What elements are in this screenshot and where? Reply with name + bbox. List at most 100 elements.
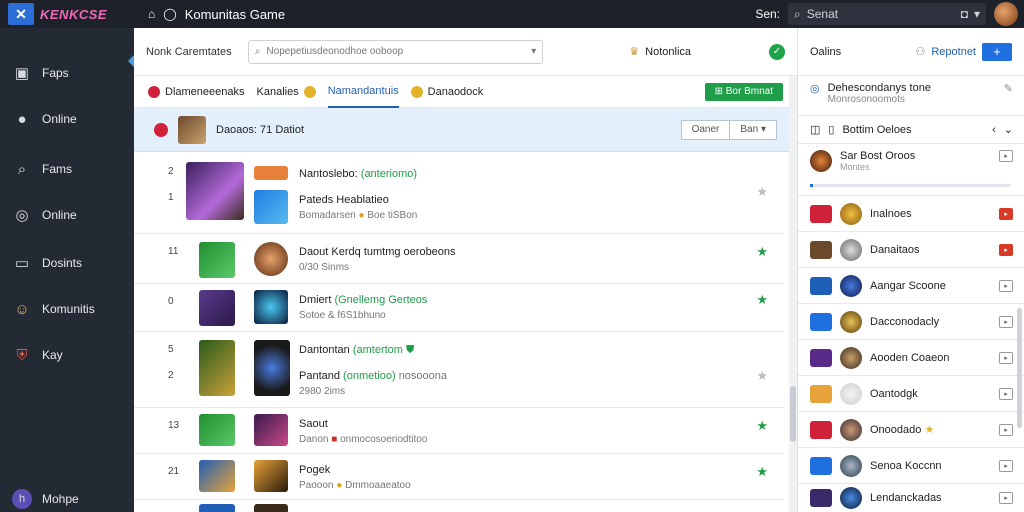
message-icon[interactable]: ▸ bbox=[999, 243, 1013, 256]
filter-label: Nonk Caremtates bbox=[146, 45, 232, 58]
friend-item[interactable]: Danaitaos ▸ bbox=[798, 232, 1024, 268]
row-subtitle-extra: nosooona bbox=[398, 370, 448, 382]
screen-icon: ▭ bbox=[14, 255, 30, 272]
star-icon[interactable]: ★ bbox=[756, 368, 768, 384]
message-icon[interactable]: ▸ bbox=[999, 423, 1013, 436]
list-item[interactable]: 21 Pogek Paooon ● Dmmoaaeatoo ★ bbox=[134, 454, 784, 500]
sidebar-item-kay[interactable]: ⛨ Kay bbox=[0, 338, 134, 372]
message-icon[interactable]: ▸ bbox=[999, 207, 1013, 220]
sidebar-item-komunitis[interactable]: ☺ Komunitis bbox=[0, 292, 134, 326]
tab-label: Danaodock bbox=[427, 85, 484, 98]
message-icon[interactable]: ▸ bbox=[999, 315, 1013, 328]
main-scrollbar[interactable] bbox=[789, 76, 797, 512]
check-icon[interactable]: ✓ bbox=[769, 43, 785, 60]
friend-item[interactable]: Dacconodacly ▸ bbox=[798, 304, 1024, 340]
row-number: 5 bbox=[168, 344, 174, 355]
tab-danaodock[interactable]: Danaodock bbox=[410, 76, 484, 108]
user-icon: ● bbox=[17, 110, 27, 128]
friend-name: Lendanckadas bbox=[870, 492, 942, 504]
section-header[interactable]: ◫ ▯ Bottim Oeloes ‹ ⌄ bbox=[798, 116, 1024, 144]
star-icon[interactable]: ★ bbox=[756, 292, 768, 308]
friend-item[interactable]: Lendanckadas ▸ bbox=[798, 484, 1024, 512]
message-icon[interactable]: ▸ bbox=[999, 279, 1013, 292]
sidebar-item-online[interactable]: ● Online bbox=[0, 102, 134, 136]
star-icon[interactable]: ★ bbox=[756, 418, 768, 434]
coin-icon: ● bbox=[358, 210, 365, 221]
row-title: Daout Kerdq tumtmg oerobeons bbox=[299, 246, 456, 258]
sidebar-item-online-2[interactable]: ◎ Online bbox=[0, 198, 134, 232]
avatar bbox=[840, 346, 862, 369]
tab-bar: Dlameneeenaks Kanalies Namandantuis Dana… bbox=[134, 76, 797, 108]
tab-namandantuis[interactable]: Namandantuis bbox=[327, 76, 399, 108]
row-title-status: (amtertom bbox=[352, 344, 403, 356]
friend-item-first[interactable]: Sar Bost Oroos Montes ▸ bbox=[798, 144, 1024, 196]
sidebar-item-dosints[interactable]: ▭ Dosints bbox=[0, 246, 134, 280]
sidebar-item-fams[interactable]: ⌕ Fams bbox=[0, 152, 134, 186]
tab-kanalies[interactable]: Kanalies bbox=[257, 76, 316, 108]
sidebar-active-marker bbox=[0, 44, 134, 88]
filter-input[interactable]: ⌕ Nopepetiusdeonodhoe ooboop ▾ bbox=[247, 39, 544, 64]
chevron-down-icon[interactable]: ▾ bbox=[974, 7, 980, 21]
notification-area[interactable]: ♛ Notonlica ✓ bbox=[629, 43, 785, 60]
owner-button[interactable]: Oaner bbox=[680, 119, 731, 140]
chevron-left-icon[interactable]: ‹ bbox=[992, 124, 996, 136]
list-item[interactable] bbox=[134, 500, 784, 512]
chevron-down-icon[interactable]: ⌄ bbox=[1004, 123, 1013, 136]
record-icon bbox=[148, 85, 160, 98]
game-thumbnail bbox=[199, 460, 235, 492]
progress-bar bbox=[810, 184, 1010, 187]
list-item[interactable]: 5 2 Dantontan (amtertom ⛊ Pantand (onmet… bbox=[134, 332, 784, 408]
friend-item[interactable]: Oantodgk ▸ bbox=[798, 376, 1024, 412]
info-row[interactable]: ◎ Dehescondanys tone Monrosonoomots ✎ bbox=[798, 76, 1024, 116]
friend-item[interactable]: Onoodado ★ ▸ bbox=[798, 412, 1024, 448]
home-icon[interactable]: ⌂ bbox=[148, 7, 155, 21]
row-meta-extra: onmocosoeriodtitoo bbox=[340, 434, 428, 445]
row-title: Saout bbox=[299, 418, 328, 430]
star-icon[interactable]: ★ bbox=[756, 464, 768, 480]
tab-action-button[interactable]: ⊞ Bor Bmnat bbox=[704, 82, 783, 101]
message-icon[interactable]: ▸ bbox=[999, 150, 1013, 162]
top-label: Sen: bbox=[755, 7, 780, 21]
row-number: 13 bbox=[168, 420, 180, 431]
friend-item[interactable]: Aangar Scoone ▸ bbox=[798, 268, 1024, 304]
friend-item[interactable]: Senoa Koccnn ▸ bbox=[798, 448, 1024, 484]
sidebar-footer-mohpe[interactable]: h Mohpe bbox=[0, 482, 134, 512]
star-icon[interactable]: ★ bbox=[756, 184, 768, 200]
avatar[interactable] bbox=[994, 2, 1018, 26]
tab-dlameneeenaks[interactable]: Dlameneeenaks bbox=[148, 76, 245, 108]
top-search-input[interactable]: ⌕ Senat ◘ ▾ bbox=[788, 3, 986, 25]
edit-icon[interactable]: ✎ bbox=[1004, 82, 1013, 95]
message-icon[interactable]: ▸ bbox=[999, 492, 1013, 504]
tab-label: Dlameneeenaks bbox=[165, 85, 245, 98]
plus-icon: ⊞ bbox=[714, 86, 726, 97]
filter-icon[interactable]: ◘ bbox=[961, 7, 968, 21]
search-icon: ⌕ bbox=[254, 46, 261, 57]
avatar bbox=[840, 382, 862, 405]
selected-row[interactable]: Daoaos: 71 Datiot Oaner Ban ▾ bbox=[134, 108, 797, 152]
message-icon[interactable]: ▸ bbox=[999, 387, 1013, 400]
coin-icon: ● bbox=[336, 480, 343, 491]
report-link[interactable]: Repotnet bbox=[931, 46, 976, 58]
list-item[interactable]: 2 1 Nantoslebo: (anteriomo) Pateds Heabl… bbox=[134, 152, 784, 234]
logo[interactable]: ✕ KENKCSE bbox=[0, 0, 134, 28]
friend-name: Oantodgk bbox=[870, 387, 918, 400]
message-icon[interactable]: ▸ bbox=[999, 351, 1013, 364]
scrollbar-thumb[interactable] bbox=[790, 386, 796, 442]
message-icon[interactable]: ▸ bbox=[999, 459, 1013, 472]
game-icon bbox=[810, 420, 832, 439]
row-meta-text: Danon bbox=[299, 434, 329, 445]
right-scrollbar[interactable] bbox=[1017, 308, 1022, 428]
row-title-text: Dmiert bbox=[299, 294, 332, 306]
list-item[interactable]: 13 Saout Danon ■ onmocosoeriodtitoo ★ bbox=[134, 408, 784, 454]
star-icon[interactable]: ★ bbox=[756, 244, 768, 260]
ban-button[interactable]: Ban ▾ bbox=[730, 119, 777, 140]
avatar bbox=[840, 454, 862, 477]
info-title: Dehescondanys tone bbox=[827, 82, 931, 94]
friend-item[interactable]: Aooden Coaeon ▸ bbox=[798, 340, 1024, 376]
list-item[interactable]: 11 Daout Kerdq tumtmg oerobeons 0/30 Sin… bbox=[134, 234, 784, 284]
sidebar-item-label: Online bbox=[42, 208, 77, 222]
add-button[interactable]: + bbox=[982, 42, 1012, 61]
chevron-down-icon[interactable]: ▾ bbox=[531, 46, 536, 57]
list-item[interactable]: 0 Dmiert (Gnellemg Gerteos Sotoe & f6S1b… bbox=[134, 284, 784, 332]
friend-item[interactable]: Inalnoes ▸ bbox=[798, 196, 1024, 232]
